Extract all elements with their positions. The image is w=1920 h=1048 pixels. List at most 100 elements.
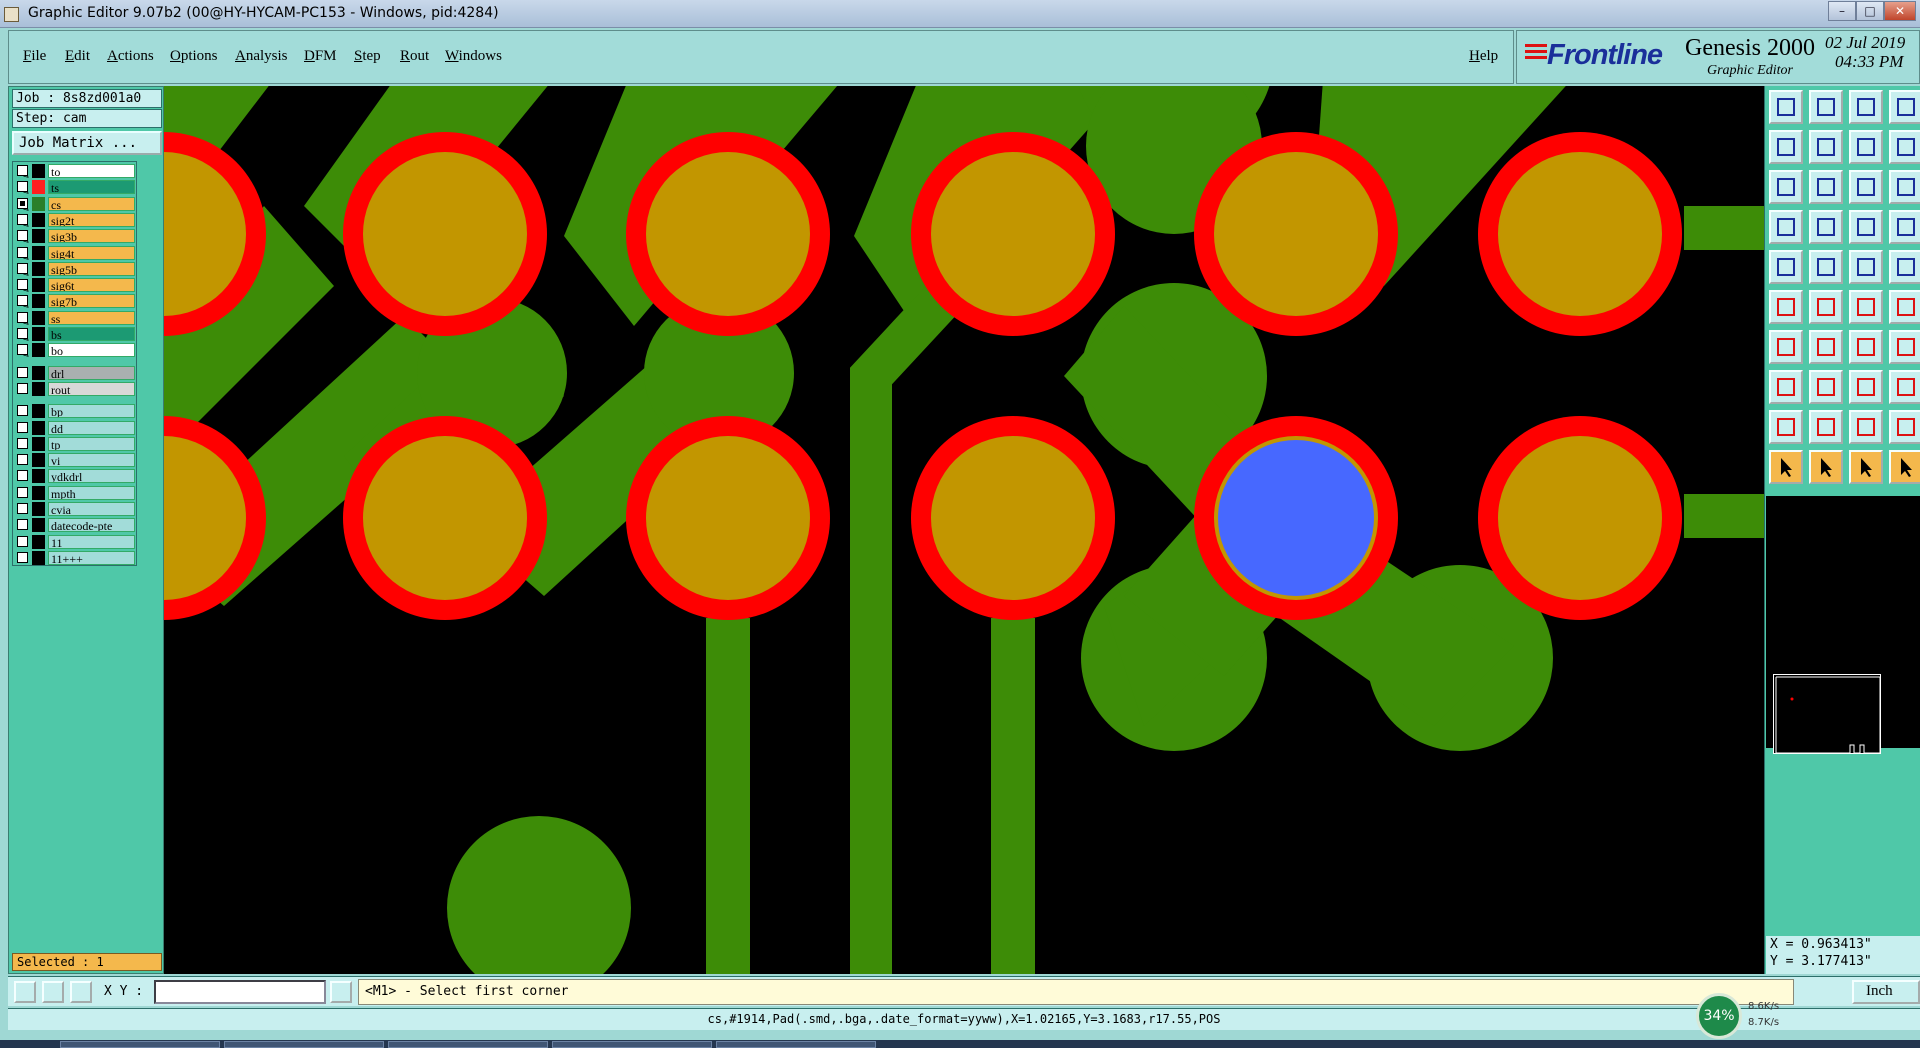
layer-display-color[interactable] [32, 404, 45, 419]
layer-checkbox[interactable] [17, 165, 28, 176]
layer-name[interactable]: drl [48, 365, 135, 380]
layer-name[interactable]: 11+++ [48, 550, 135, 565]
overview-map[interactable] [1773, 674, 1881, 754]
layer-name[interactable]: sig3b [48, 229, 135, 244]
layer-row-rout[interactable]: rout [17, 381, 135, 396]
cursor-toggle-icon[interactable] [330, 981, 352, 1003]
window-icon[interactable] [1889, 90, 1920, 124]
menu-options[interactable]: Options [170, 48, 218, 65]
select-net-icon[interactable] [1849, 450, 1883, 484]
layer-display-color[interactable] [32, 164, 45, 178]
layer-row-ss[interactable]: ss✎ [17, 310, 135, 330]
layer-name[interactable]: bo [48, 343, 135, 358]
layer-row-drl[interactable]: drl [17, 365, 135, 380]
work-layer-icon[interactable] [32, 196, 45, 211]
flip-icon[interactable] [1849, 130, 1883, 164]
menu-file[interactable]: File [23, 48, 46, 65]
job-matrix-button[interactable]: Job Matrix ... [12, 131, 162, 155]
layer-name[interactable]: ts [48, 180, 135, 195]
grid-icon[interactable] [70, 981, 92, 1003]
layer-checkbox[interactable] [17, 470, 28, 482]
selected-pad[interactable] [1218, 440, 1374, 596]
layer-display-color[interactable] [32, 381, 45, 396]
layer-display-color[interactable] [32, 278, 45, 293]
layer-checkbox[interactable] [17, 344, 28, 356]
layer-display-color[interactable] [32, 436, 45, 451]
round-pad-icon[interactable] [1889, 250, 1920, 284]
scale-icon[interactable] [1849, 170, 1883, 204]
layer-name[interactable]: rout [48, 381, 135, 396]
layer-checkbox[interactable] [17, 246, 28, 258]
bridge-icon[interactable] [1849, 410, 1883, 444]
maximize-button[interactable]: □ [1856, 1, 1884, 21]
layer-display-color[interactable] [32, 550, 45, 565]
units-dropdown[interactable]: Inch [1852, 980, 1920, 1004]
layer-display-color[interactable] [32, 261, 45, 276]
layer-checkbox[interactable] [17, 279, 28, 291]
taskbar-item[interactable] [60, 1041, 220, 1048]
bar-icon[interactable] [1809, 370, 1843, 404]
layer-checkbox[interactable] [17, 454, 28, 466]
layer-display-color[interactable] [32, 343, 45, 358]
taskbar-item[interactable] [716, 1041, 876, 1048]
arch-icon[interactable] [1889, 410, 1920, 444]
snap-grid-icon[interactable] [1769, 210, 1803, 244]
layer-name[interactable]: vi [48, 453, 135, 468]
layer-row-to[interactable]: to✎ [17, 164, 135, 183]
layer-row-bp[interactable]: bp [17, 404, 135, 419]
layer-checkbox[interactable] [17, 213, 28, 225]
layer-checkbox[interactable] [17, 328, 28, 339]
cross-icon[interactable] [1809, 290, 1843, 324]
layer-row-11[interactable]: 11 [17, 534, 135, 549]
layer-checkbox[interactable] [17, 405, 28, 417]
menu-step[interactable]: Step [354, 48, 381, 65]
home-icon[interactable] [1849, 90, 1883, 124]
layer-display-color[interactable] [32, 534, 45, 549]
layer-row-cs[interactable]: cs✎ [17, 196, 135, 216]
layer-checkbox[interactable] [17, 295, 28, 307]
taskbar-item[interactable] [552, 1041, 712, 1048]
layer-name[interactable]: datecode-pte [48, 518, 135, 533]
connect-icon[interactable] [1769, 290, 1803, 324]
select-box-icon[interactable] [1809, 450, 1843, 484]
graphic-canvas[interactable] [164, 86, 1764, 974]
layer-display-color[interactable] [32, 229, 45, 244]
layer-checkbox[interactable] [17, 421, 28, 433]
undo-icon[interactable] [1889, 130, 1920, 164]
layer-row-sig4t[interactable]: sig4t✎ [17, 245, 135, 265]
layer-row-sig2t[interactable]: sig2t✎ [17, 212, 135, 232]
menu-help[interactable]: Help [1469, 48, 1498, 65]
layer-checkbox[interactable] [17, 486, 28, 498]
layer-row-sig5b[interactable]: sig5b✎ [17, 261, 135, 281]
layer-row-datecode-pte[interactable]: datecode-pte [17, 518, 135, 533]
pan-left-icon[interactable] [1769, 130, 1803, 164]
polygon-icon[interactable] [1769, 410, 1803, 444]
layer-name[interactable]: bp [48, 404, 135, 419]
layer-name[interactable]: mpth [48, 485, 135, 500]
snap-icon[interactable] [14, 981, 36, 1003]
layer-row-ydkdrl[interactable]: ydkdrl [17, 469, 135, 484]
close-button[interactable]: ✕ [1884, 1, 1916, 21]
layer-name[interactable]: sig4t [48, 245, 135, 260]
layer-checkbox[interactable] [17, 437, 28, 449]
layer-display-color[interactable] [32, 212, 45, 227]
layer-row-mpth[interactable]: mpth [17, 485, 135, 500]
layer-display-color[interactable] [32, 469, 45, 484]
route-icon[interactable] [1849, 290, 1883, 324]
layer-display-color[interactable] [32, 453, 45, 468]
layer-row-sig7b[interactable]: sig7b✎ [17, 294, 135, 313]
layer-row-sig6t[interactable]: sig6t✎ [17, 278, 135, 297]
menu-windows[interactable]: Windows [445, 48, 502, 65]
layer-row-tp[interactable]: tp [17, 436, 135, 451]
diag-line-icon[interactable] [1809, 330, 1843, 364]
layer-name[interactable]: sig7b [48, 294, 135, 309]
layer-name[interactable]: sig5b [48, 261, 135, 276]
pad-shape-icon[interactable] [1809, 250, 1843, 284]
layer-row-vi[interactable]: vi [17, 453, 135, 468]
taskbar-item[interactable] [224, 1041, 384, 1048]
layer-display-color[interactable] [32, 420, 45, 435]
layer-display-color[interactable] [32, 485, 45, 500]
text-icon[interactable] [1889, 330, 1920, 364]
pan-right-icon[interactable] [1809, 130, 1843, 164]
layer-checkbox[interactable] [17, 262, 28, 274]
